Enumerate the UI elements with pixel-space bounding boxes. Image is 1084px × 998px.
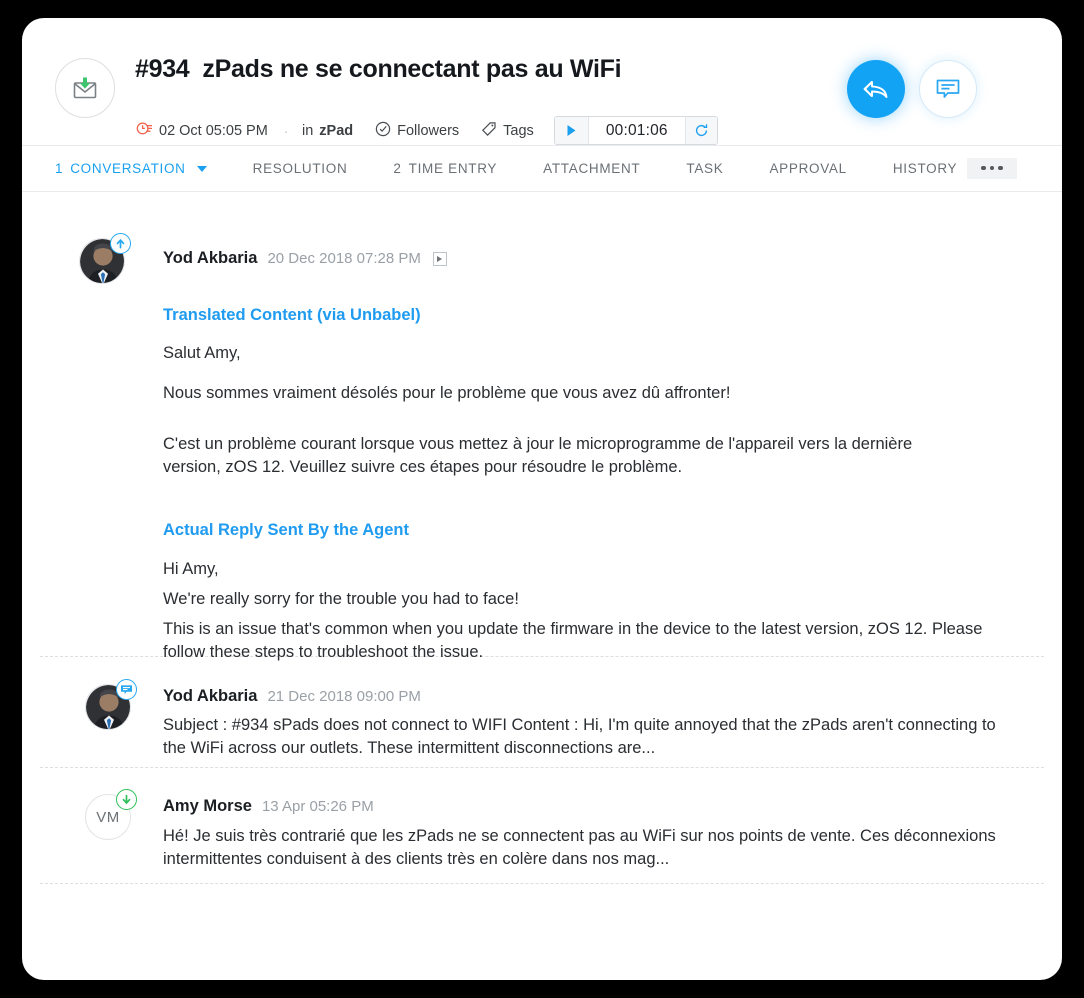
tags-label: Tags bbox=[503, 122, 534, 139]
tab-time-entry[interactable]: 2 TIME ENTRY bbox=[393, 161, 497, 176]
avatar[interactable] bbox=[85, 679, 137, 730]
in-label: in bbox=[301, 122, 314, 139]
expand-message-button[interactable] bbox=[432, 251, 447, 266]
avatar[interactable]: VM bbox=[85, 789, 137, 840]
message-line: Hi Amy, bbox=[163, 560, 219, 578]
tab-bar: 1 CONVERSATION RESOLUTION 2 TIME ENTRY ATTACH… bbox=[22, 146, 1062, 192]
department: in zPad bbox=[302, 123, 353, 139]
message-timestamp: 21 Dec 2018 09:00 PM bbox=[267, 688, 421, 705]
message-header: Amy Morse 13 Apr 05:26 PM bbox=[163, 797, 374, 816]
tab-resolution[interactable]: RESOLUTION bbox=[253, 161, 348, 176]
message-line: Nous sommes vraiment désolés pour le pro… bbox=[163, 383, 731, 402]
followers-label: Followers bbox=[397, 122, 460, 139]
message-preview[interactable]: Hé! Je suis très contrarié que les zPads… bbox=[163, 825, 1018, 872]
tab-count: 2 bbox=[393, 161, 402, 176]
dot bbox=[998, 165, 1003, 171]
play-icon bbox=[437, 255, 443, 262]
message-author: Yod Akbaria bbox=[163, 687, 258, 705]
section-heading: Translated Content (via Unbabel) bbox=[163, 306, 421, 324]
tab-label: CONVERSATION bbox=[70, 161, 186, 176]
timer-play-button[interactable] bbox=[554, 117, 589, 144]
envelope-incoming-icon bbox=[55, 58, 115, 118]
tab-approval[interactable]: APPROVAL bbox=[769, 161, 846, 176]
timer-value: 00:01:06 bbox=[605, 121, 668, 139]
message: Yod Akbaria 21 Dec 2018 09:00 PM Subject… bbox=[22, 657, 1062, 767]
ticket-number: #934 bbox=[135, 55, 190, 83]
reply-all-button[interactable] bbox=[847, 60, 905, 118]
actual-reply-section: Actual Reply Sent By the Agent Hi Amy, W… bbox=[163, 521, 1023, 664]
message-preview[interactable]: Subject : #934 sPads does not connect to… bbox=[163, 714, 1018, 761]
time-tracker: 00:01:06 bbox=[553, 116, 718, 145]
ticket-meta: 02 Oct 05:05 PM . in zPad Followers Tags… bbox=[136, 116, 718, 145]
header-actions bbox=[847, 60, 977, 118]
more-horizontal-icon[interactable] bbox=[967, 157, 1017, 180]
incoming-mail-icon bbox=[116, 789, 137, 810]
tab-label: ATTACHMENT bbox=[543, 161, 641, 176]
message-line: Salut Amy, bbox=[163, 344, 241, 362]
dot bbox=[981, 165, 986, 171]
page-title: #934 zPads ne se connectant pas au WiFi bbox=[135, 55, 622, 84]
message-header: Yod Akbaria 21 Dec 2018 09:00 PM bbox=[163, 687, 421, 706]
outgoing-reply-icon bbox=[110, 233, 131, 254]
message: VM Amy Morse 13 Apr 05:26 PM Hé! Je suis… bbox=[22, 768, 1062, 883]
tab-label: APPROVAL bbox=[769, 161, 847, 176]
message-paragraph: C'est un problème courant lorsque vous m… bbox=[163, 435, 913, 476]
tab-conversation[interactable]: 1 CONVERSATION bbox=[55, 161, 207, 176]
meta-separator: . bbox=[283, 120, 288, 137]
message-line: We're really sorry for the trouble you h… bbox=[163, 589, 519, 608]
message-timestamp: 13 Apr 05:26 PM bbox=[261, 798, 374, 815]
tab-count: 1 bbox=[55, 161, 64, 176]
message-author: Amy Morse bbox=[163, 797, 252, 815]
message-divider bbox=[40, 883, 1044, 884]
due-date-text: 02 Oct 05:05 PM bbox=[159, 122, 268, 139]
avatar[interactable] bbox=[79, 233, 131, 284]
tab-label: HISTORY bbox=[892, 161, 958, 176]
message-timestamp: 20 Dec 2018 07:28 PM bbox=[267, 250, 421, 267]
conversation-thread: Yod Akbaria 20 Dec 2018 07:28 PM Transla… bbox=[22, 192, 1062, 884]
ticket-detail-card: #934 zPads ne se connectant pas au WiFi … bbox=[22, 18, 1062, 980]
due-date: 02 Oct 05:05 PM bbox=[136, 121, 268, 140]
timer-reset-button[interactable] bbox=[684, 117, 717, 144]
chevron-down-icon[interactable] bbox=[196, 165, 207, 172]
translated-content-section: Translated Content (via Unbabel) Salut A… bbox=[163, 306, 1013, 479]
tab-label: TASK bbox=[686, 161, 724, 176]
followers-button[interactable]: Followers bbox=[375, 121, 459, 141]
message-author: Yod Akbaria bbox=[163, 249, 258, 267]
comment-note-icon bbox=[116, 679, 137, 700]
tab-history[interactable]: HISTORY bbox=[893, 161, 957, 176]
dot bbox=[989, 165, 995, 171]
clock-icon bbox=[136, 121, 153, 140]
tab-label: RESOLUTION bbox=[252, 161, 348, 176]
ticket-header: #934 zPads ne se connectant pas au WiFi … bbox=[22, 18, 1062, 146]
add-comment-button[interactable] bbox=[919, 60, 977, 118]
tab-attachment[interactable]: ATTACHMENT bbox=[543, 161, 640, 176]
department-name: zPad bbox=[319, 122, 354, 139]
ticket-subject: zPads ne se connectant pas au WiFi bbox=[202, 55, 622, 83]
check-circle-icon bbox=[375, 121, 391, 141]
message-header: Yod Akbaria 20 Dec 2018 07:28 PM bbox=[163, 249, 447, 268]
tab-task[interactable]: TASK bbox=[686, 161, 723, 176]
tags-button[interactable]: Tags bbox=[481, 121, 534, 141]
section-heading: Actual Reply Sent By the Agent bbox=[163, 521, 410, 539]
tab-label: TIME ENTRY bbox=[408, 161, 498, 176]
message: Yod Akbaria 20 Dec 2018 07:28 PM Transla… bbox=[22, 192, 1062, 661]
tag-icon bbox=[481, 121, 497, 141]
